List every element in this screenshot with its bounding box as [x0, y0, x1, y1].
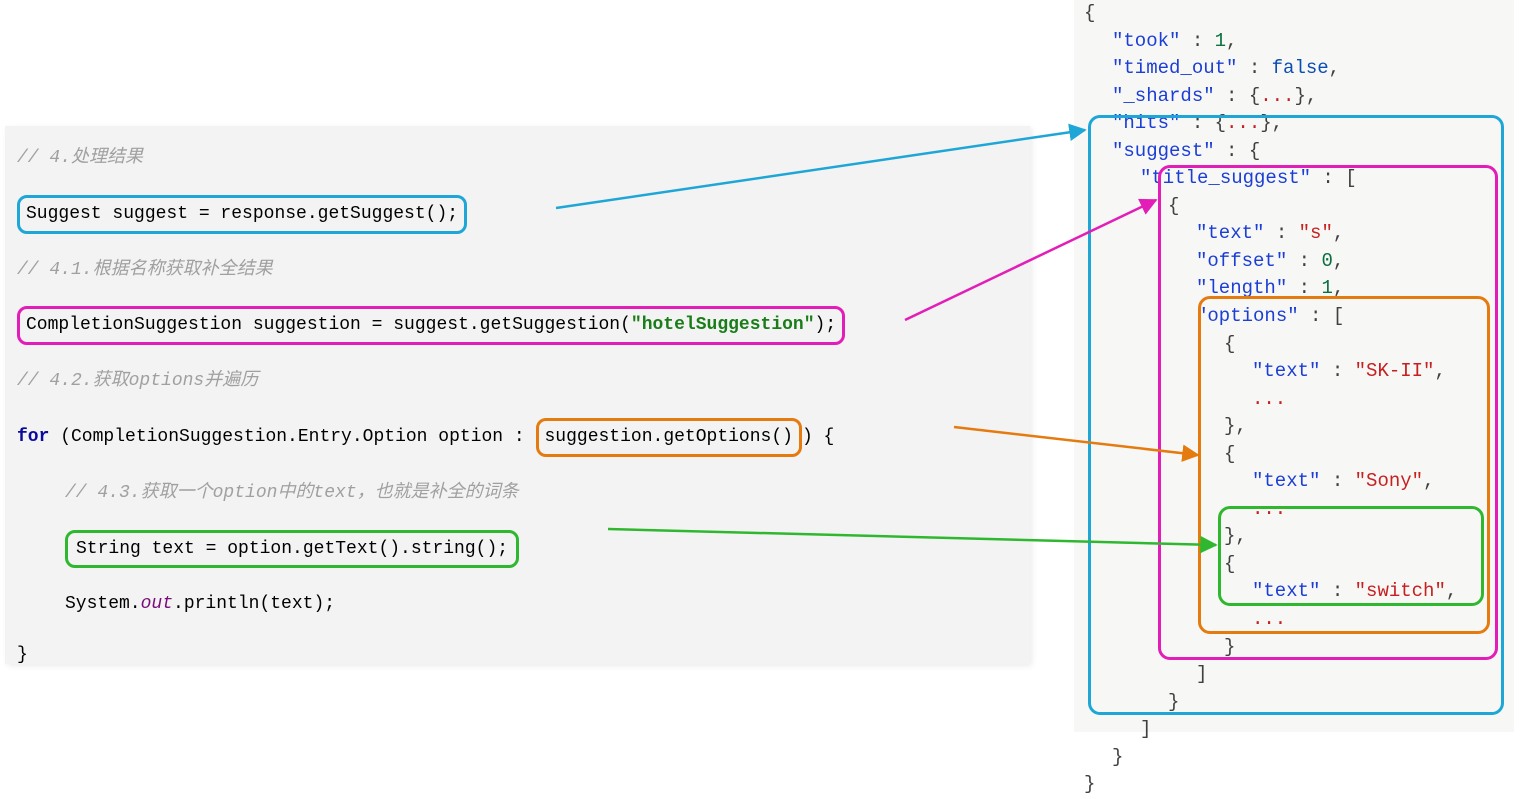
offset-value: 0 — [1321, 250, 1332, 272]
text-line-box: String text = option.getText().string(); — [65, 530, 519, 569]
json-open: { — [1084, 0, 1504, 28]
ellipsis: ... — [1084, 496, 1504, 524]
timed-key: "timed_out" — [1112, 57, 1237, 79]
completion-pre: CompletionSuggestion suggestion = sugges… — [26, 315, 631, 335]
text-s-value: "s" — [1299, 222, 1333, 244]
obj-open: : { — [1215, 85, 1261, 107]
took-key: "took" — [1112, 30, 1180, 52]
colon: : — [1320, 470, 1354, 492]
completion-post: ); — [815, 315, 837, 335]
close-brace: } — [17, 641, 1018, 670]
json-response-panel: { "took" : 1, "timed_out" : false, "_sha… — [1074, 0, 1514, 732]
options-key: "options" — [1196, 305, 1299, 327]
skii-value: "SK-II" — [1355, 360, 1435, 382]
comma: , — [1333, 222, 1344, 244]
comma: , — [1423, 470, 1434, 492]
comma: , — [1434, 360, 1445, 382]
comment-41: // 4.1.根据名称获取补全结果 — [17, 256, 1018, 285]
arr-open: : [ — [1299, 305, 1345, 327]
for-pre: (CompletionSuggestion.Entry.Option optio… — [49, 427, 535, 447]
took-value: 1 — [1215, 30, 1226, 52]
colon: : — [1287, 277, 1321, 299]
comma: , — [1333, 277, 1344, 299]
suggest-line-box: Suggest suggest = response.getSuggest(); — [17, 195, 467, 234]
ellipsis: ... — [1084, 606, 1504, 634]
text-key: "text" — [1252, 360, 1320, 382]
for-line: for (CompletionSuggestion.Entry.Option o… — [17, 418, 1018, 457]
arr-close: ] — [1084, 661, 1504, 689]
ellipsis: ... — [1226, 112, 1260, 134]
arr-open: : [ — [1311, 167, 1357, 189]
sony-value: "Sony" — [1355, 470, 1423, 492]
colon: : — [1237, 57, 1271, 79]
suggest-code: Suggest suggest = response.getSuggest(); — [26, 204, 458, 224]
comment-4: // 4.处理结果 — [17, 144, 1018, 173]
obj-close: } — [1084, 689, 1504, 717]
for-post: ) { — [802, 427, 834, 447]
comment-43: // 4.3.获取一个option中的text，也就是补全的词条 — [17, 479, 1018, 508]
colon: : — [1320, 580, 1354, 602]
colon: : — [1180, 30, 1214, 52]
java-code-panel: // 4.处理结果 Suggest suggest = response.get… — [5, 126, 1030, 664]
text-key: "text" — [1252, 580, 1320, 602]
obj-close: } — [1084, 744, 1504, 772]
comma: , — [1272, 112, 1283, 134]
colon: : — [1287, 250, 1321, 272]
println-pre: System. — [65, 594, 141, 614]
switch-value: "switch" — [1355, 580, 1446, 602]
obj-open: : { — [1180, 112, 1226, 134]
println-out: out — [141, 594, 173, 614]
comma: , — [1446, 580, 1457, 602]
text-key: "text" — [1252, 470, 1320, 492]
for-keyword: for — [17, 427, 49, 447]
offset-key: "offset" — [1196, 250, 1287, 272]
shards-key: "_shards" — [1112, 85, 1215, 107]
arr-close: ] — [1084, 716, 1504, 744]
length-key: "length" — [1196, 277, 1287, 299]
colon: : — [1264, 222, 1298, 244]
completion-line-box: CompletionSuggestion suggestion = sugges… — [17, 306, 845, 345]
comma: , — [1306, 85, 1317, 107]
ellipsis: ... — [1260, 85, 1294, 107]
obj-close-root: } — [1084, 771, 1504, 799]
suggest-key: "suggest" — [1112, 140, 1215, 162]
title-suggest-key: "title_suggest" — [1140, 167, 1311, 189]
text-key: "text" — [1196, 222, 1264, 244]
get-options-box: suggestion.getOptions() — [536, 418, 802, 457]
comma: , — [1333, 250, 1344, 272]
comma: , — [1329, 57, 1340, 79]
comment-42: // 4.2.获取options并遍历 — [17, 367, 1018, 396]
println-line: System.out.println(text); — [17, 590, 1018, 619]
colon: : — [1320, 360, 1354, 382]
length-value: 1 — [1321, 277, 1332, 299]
hotel-suggestion-string: "hotelSuggestion" — [631, 315, 815, 335]
timed-value: false — [1272, 57, 1329, 79]
comma: , — [1226, 30, 1237, 52]
obj-open: : { — [1215, 140, 1261, 162]
ellipsis: ... — [1084, 386, 1504, 414]
println-post: .println(text); — [173, 594, 335, 614]
hits-key: "hits" — [1112, 112, 1180, 134]
get-options-code: suggestion.getOptions() — [545, 427, 793, 447]
text-code: String text = option.getText().string(); — [76, 539, 508, 559]
